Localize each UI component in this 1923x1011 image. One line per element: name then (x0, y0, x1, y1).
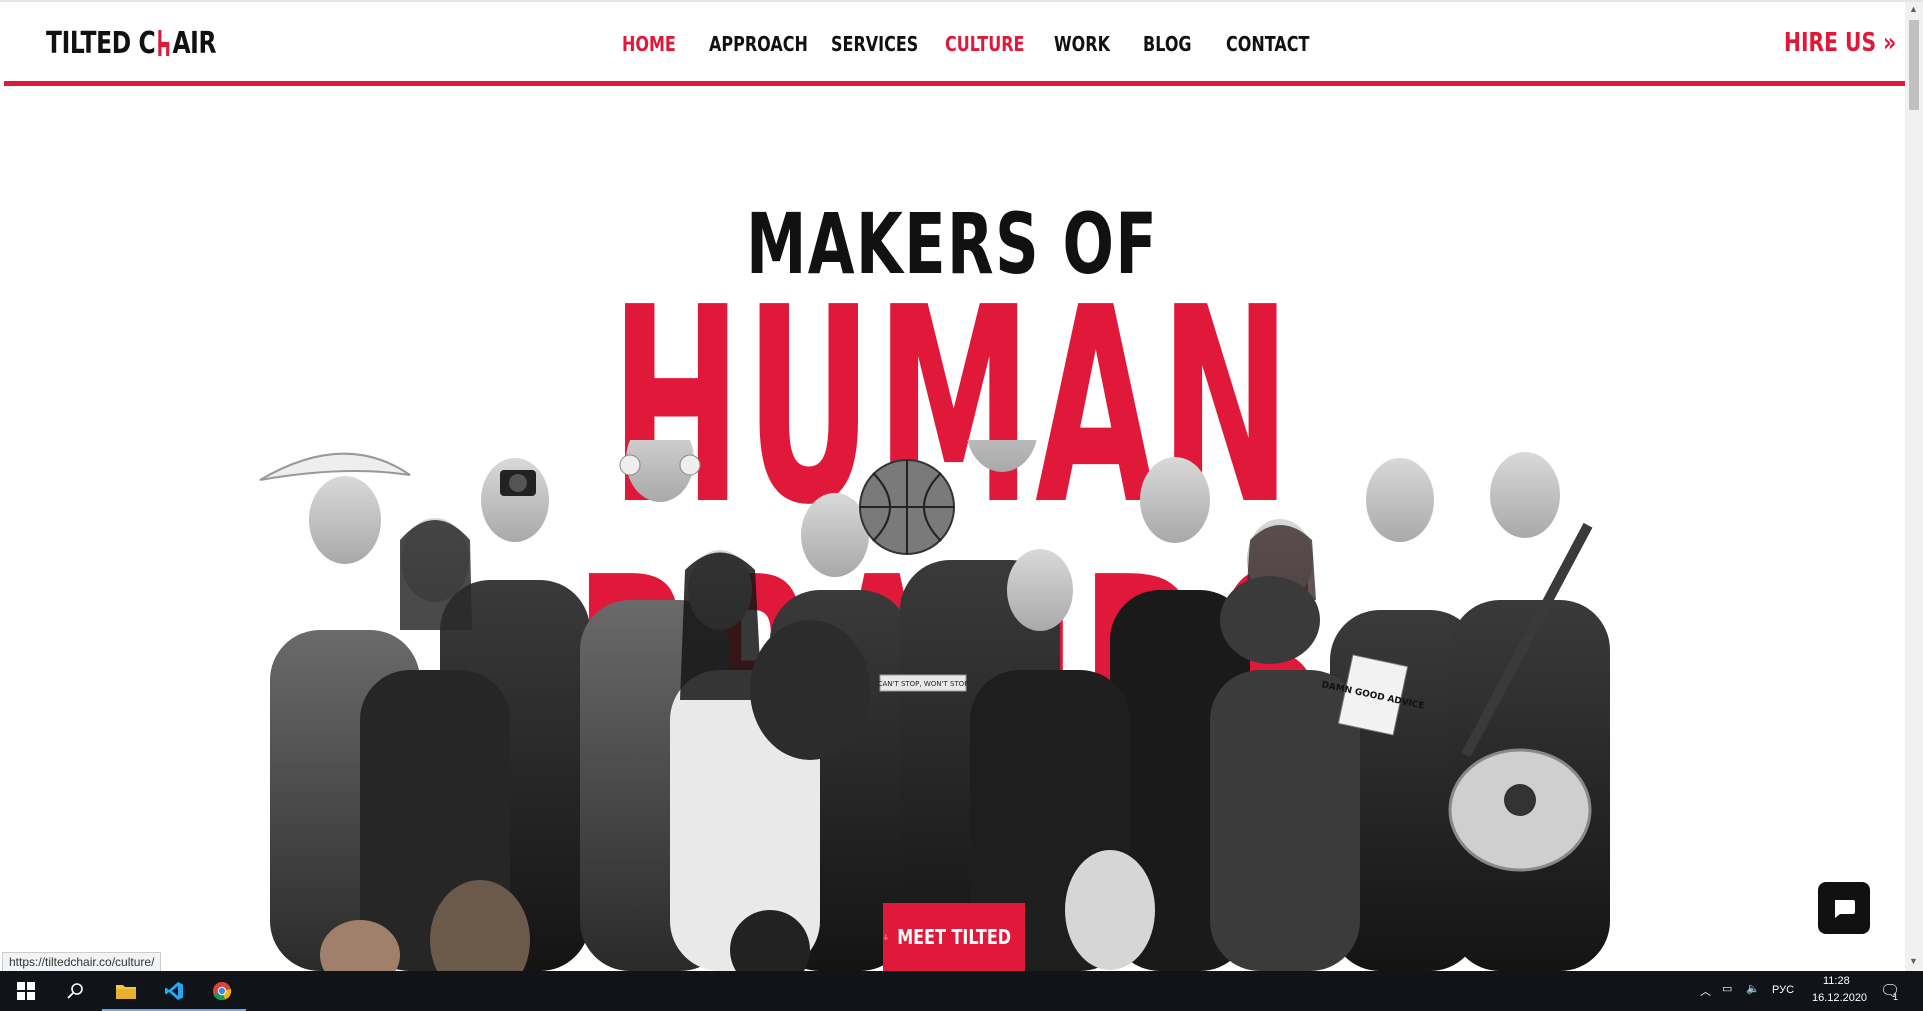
nav-approach[interactable]: APPROACH (709, 32, 808, 56)
volume-icon[interactable]: 🔈 (1746, 982, 1760, 995)
network-icon[interactable]: ▭ (1722, 982, 1732, 995)
vscode-icon[interactable] (150, 971, 198, 1011)
header-accent-bar (4, 81, 1905, 86)
web-page: TILTED C AIR HOME APPROACH SERVICES CULTU… (0, 0, 1905, 971)
clock-time[interactable]: 11:28 (1823, 975, 1850, 987)
windows-taskbar: ︿ ▭ 🔈 РУС 11:28 16.12.2020 🗨 1 (0, 971, 1923, 1011)
arrow-down-icon (883, 934, 889, 940)
chat-bubble-icon (1835, 900, 1855, 918)
scroll-up-icon[interactable]: ▲ (1909, 4, 1918, 14)
search-icon[interactable] (52, 971, 100, 1011)
team-photo: CAN'T STOP, WON'T STOP DAMN GOOD ADVICE (259, 440, 1610, 971)
file-explorer-icon[interactable] (102, 971, 150, 1011)
page-scrollbar[interactable] (1905, 0, 1923, 971)
site-logo[interactable]: TILTED C AIR (46, 26, 217, 61)
nav-services[interactable]: SERVICES (831, 32, 918, 56)
chair-icon (157, 29, 171, 56)
tray-expand-icon[interactable]: ︿ (1700, 983, 1711, 999)
start-icon[interactable] (2, 971, 50, 1011)
clock-date[interactable]: 16.12.2020 (1812, 992, 1867, 1004)
mug-text: CAN'T STOP, WON'T STOP (878, 680, 969, 688)
hire-us-link[interactable]: HIRE US » (1784, 28, 1896, 58)
notification-count: 1 (1893, 992, 1899, 1002)
nav-blog[interactable]: BLOG (1143, 32, 1192, 56)
meet-tilted-button[interactable]: MEET TILTED (883, 903, 1025, 971)
basketball-image (859, 459, 955, 555)
site-header: TILTED C AIR HOME APPROACH SERVICES CULTU… (0, 2, 1905, 84)
scrollbar-thumb[interactable] (1909, 20, 1919, 110)
nav-culture[interactable]: CULTURE (945, 32, 1024, 56)
language-indicator[interactable]: РУС (1772, 984, 1794, 996)
logo-text-right: AIR (172, 26, 217, 61)
browser-status-url: https://tiltedchair.co/culture/ (2, 952, 162, 971)
logo-text-left: TILTED C (46, 26, 156, 61)
nav-contact[interactable]: CONTACT (1226, 32, 1309, 56)
chat-widget-button[interactable] (1818, 882, 1870, 934)
nav-work[interactable]: WORK (1054, 32, 1110, 56)
meet-tilted-label: MEET TILTED (896, 925, 1011, 949)
chrome-icon[interactable] (198, 971, 246, 1011)
browser-top-border (0, 0, 1923, 2)
nav-home[interactable]: HOME (622, 32, 676, 56)
scroll-down-icon[interactable]: ▼ (1909, 956, 1918, 966)
